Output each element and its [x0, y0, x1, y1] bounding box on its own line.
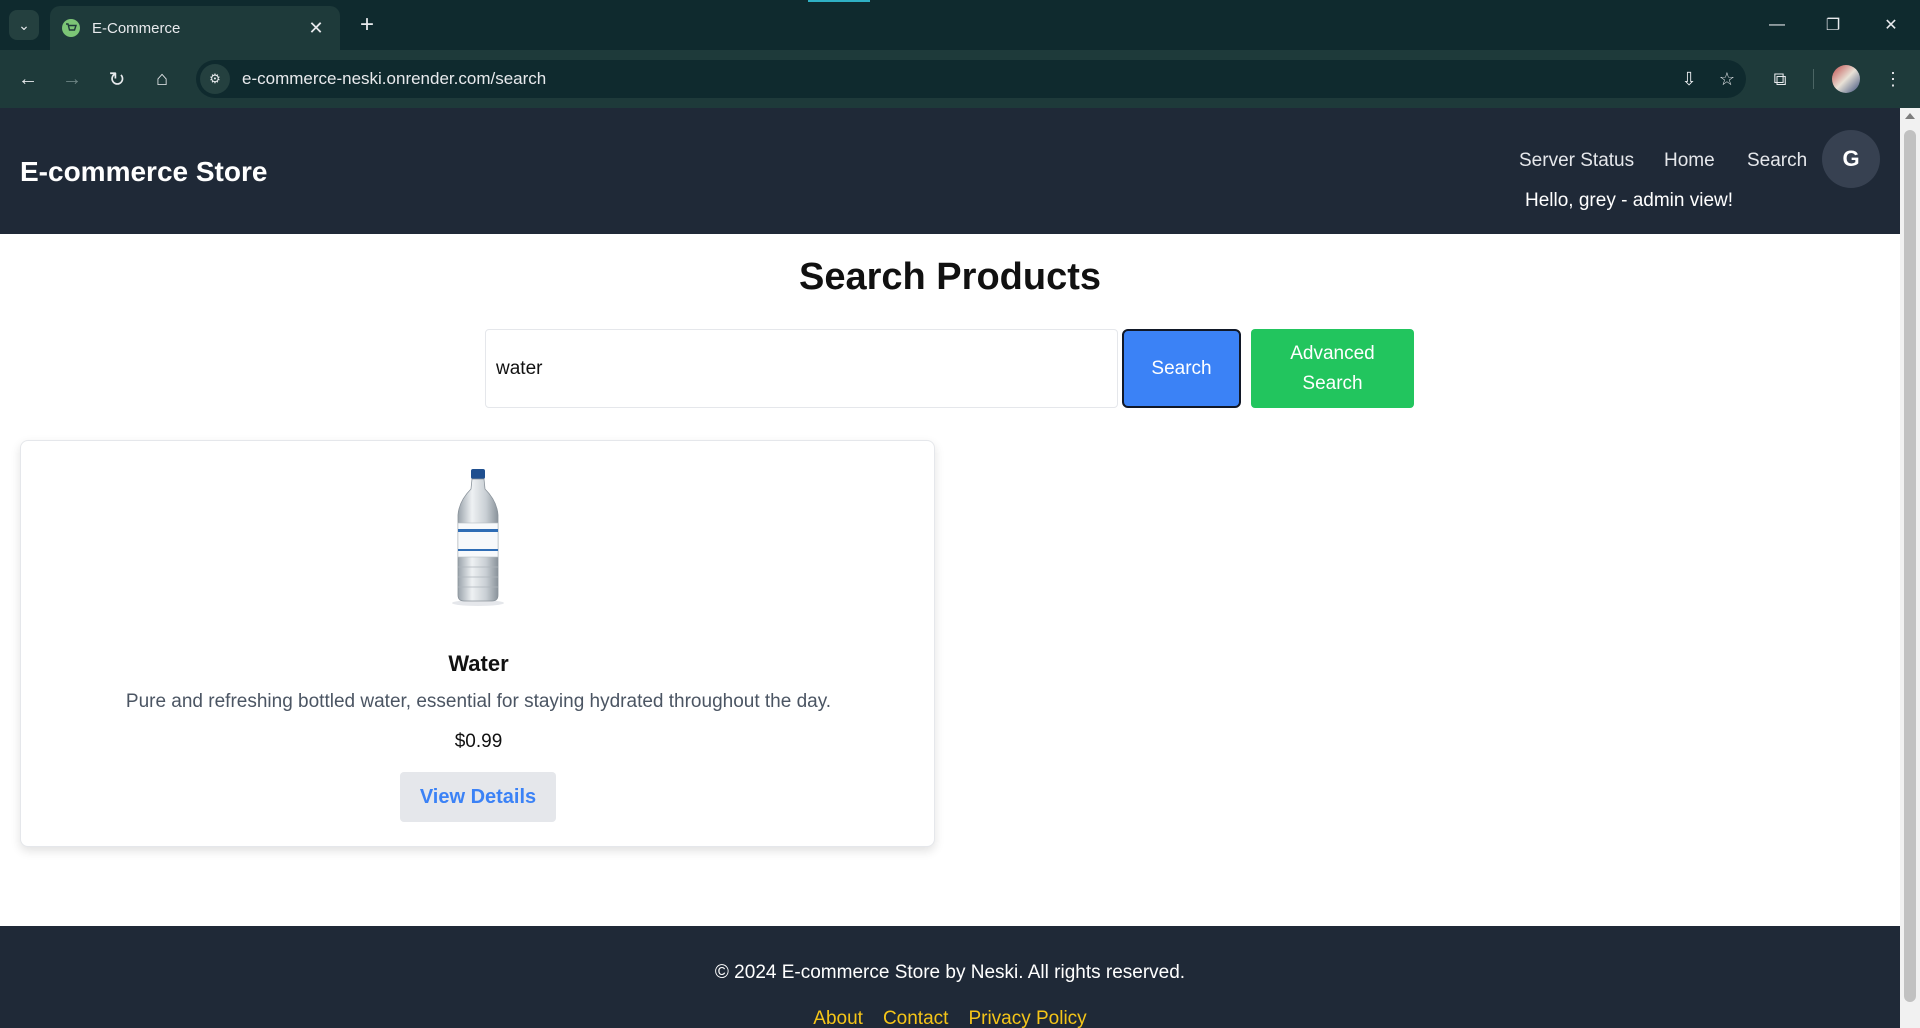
browser-tab[interactable]: E-Commerce ✕	[50, 6, 340, 50]
scrollbar-thumb[interactable]	[1904, 130, 1916, 1002]
star-icon[interactable]: ☆	[1708, 60, 1746, 98]
install-app-icon[interactable]: ⇩	[1670, 60, 1708, 98]
close-icon[interactable]: ✕	[304, 18, 328, 39]
tab-strip-accent	[808, 0, 870, 2]
home-icon[interactable]: ⌂	[146, 63, 178, 95]
copyright-text: © 2024 E-commerce Store by Neski. All ri…	[714, 962, 1186, 983]
profile-avatar[interactable]	[1832, 65, 1860, 93]
brand-title[interactable]: E-commerce Store	[20, 156, 267, 188]
user-avatar[interactable]: G	[1822, 130, 1880, 188]
nav-search[interactable]: Search	[1747, 150, 1807, 172]
view-details-button[interactable]: View Details	[400, 772, 556, 822]
forward-arrow-icon[interactable]: →	[56, 63, 88, 95]
greeting-text: Hello, grey - admin view!	[1525, 190, 1734, 211]
product-name: Water	[448, 651, 509, 676]
kebab-menu-icon[interactable]: ⋮	[1877, 63, 1909, 95]
water-bottle-image	[452, 469, 504, 606]
tab-title: E-Commerce	[92, 19, 181, 37]
minimize-icon[interactable]: —	[1752, 8, 1802, 42]
nav-home[interactable]: Home	[1664, 150, 1715, 172]
product-card: Water Pure and refreshing bottled water,…	[20, 440, 935, 847]
footer-link-privacy[interactable]: Privacy Policy	[968, 1008, 1086, 1028]
toolbar-divider	[1813, 69, 1814, 89]
tune-icon[interactable]: ⚙	[200, 64, 230, 94]
restore-icon[interactable]: ❐	[1808, 8, 1858, 42]
browser-tab-bar: ⌄ E-Commerce ✕ + — ❐ ✕	[0, 0, 1920, 50]
nav-server-status[interactable]: Server Status	[1519, 150, 1634, 172]
browser-toolbar: ← → ↻ ⌂ ⚙ e-commerce-neski.onrender.com/…	[0, 50, 1920, 108]
back-arrow-icon[interactable]: ←	[12, 63, 44, 95]
puzzle-icon[interactable]: ⧉	[1764, 63, 1796, 95]
window-close-icon[interactable]: ✕	[1866, 8, 1916, 42]
address-bar[interactable]: ⚙ e-commerce-neski.onrender.com/search ⇩…	[196, 60, 1746, 98]
search-input[interactable]	[485, 329, 1118, 408]
site-footer: © 2024 E-commerce Store by Neski. All ri…	[0, 926, 1900, 1028]
reload-icon[interactable]: ↻	[101, 63, 133, 95]
search-button[interactable]: Search	[1122, 329, 1241, 408]
site-header: E-commerce Store Server Status Home Sear…	[0, 108, 1900, 234]
page-title: Search Products	[799, 256, 1101, 298]
url-text[interactable]: e-commerce-neski.onrender.com/search	[242, 69, 1670, 89]
product-description: Pure and refreshing bottled water, essen…	[125, 691, 832, 712]
footer-links: About Contact Privacy Policy	[0, 1008, 1900, 1028]
scroll-up-arrow-icon[interactable]	[1905, 113, 1915, 119]
advanced-search-button[interactable]: Advanced Search	[1251, 329, 1414, 408]
shopping-cart-icon	[62, 19, 80, 37]
product-price: $0.99	[454, 731, 503, 752]
chevron-down-icon[interactable]: ⌄	[9, 10, 39, 40]
footer-link-about[interactable]: About	[813, 1008, 863, 1028]
page-scrollbar[interactable]	[1900, 108, 1920, 1028]
footer-link-contact[interactable]: Contact	[883, 1008, 948, 1028]
page-viewport: E-commerce Store Server Status Home Sear…	[0, 108, 1900, 1028]
plus-icon[interactable]: +	[352, 10, 382, 40]
